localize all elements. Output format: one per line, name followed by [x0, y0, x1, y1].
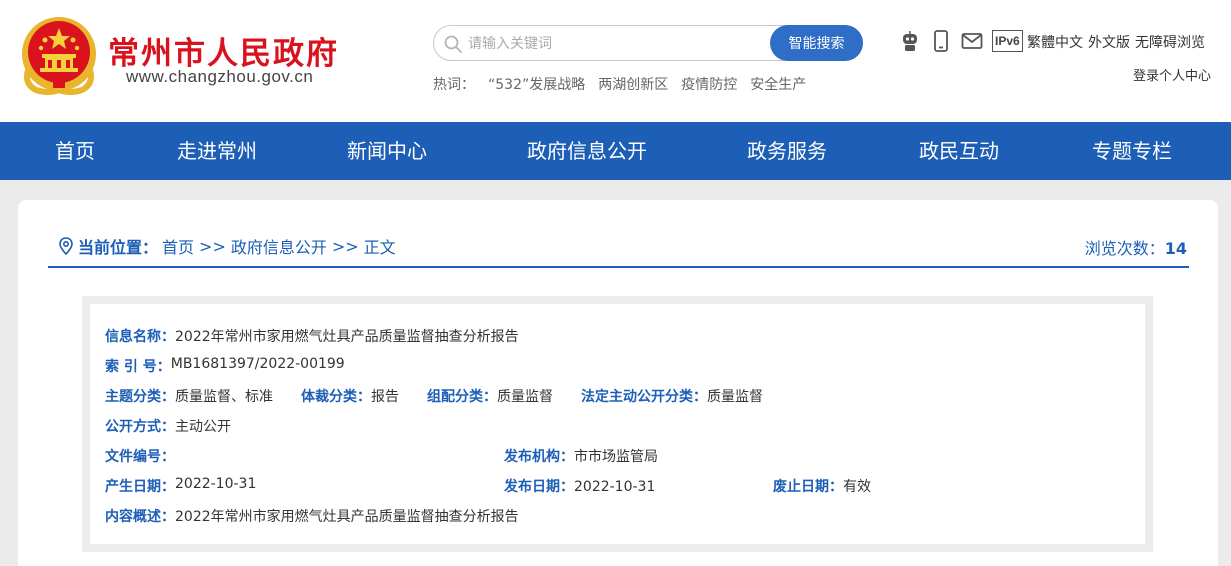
- nav-item-interaction[interactable]: 政民互动: [919, 122, 999, 180]
- info-row-docno: 文件编号：: [105, 446, 175, 466]
- breadcrumb-current: 正文: [363, 238, 396, 257]
- info-summary-value: 2022年常州市家用燃气灶具产品质量监督抽查分析报告: [175, 509, 519, 525]
- info-index-label: 索 引 号：: [105, 359, 171, 375]
- mobile-icon[interactable]: [930, 30, 952, 52]
- search-box: 智能搜索: [433, 25, 863, 61]
- traditional-chinese-link[interactable]: 繁體中文: [1027, 32, 1083, 52]
- national-emblem-icon[interactable]: [20, 14, 98, 96]
- ipv6-icon[interactable]: IPv6: [992, 30, 1023, 52]
- breadcrumb-home[interactable]: 首页: [162, 234, 194, 258]
- info-topic-label: 主题分类：: [105, 389, 175, 405]
- mail-icon[interactable]: [961, 30, 983, 52]
- info-genre-label: 体裁分类：: [301, 389, 371, 405]
- info-publisher-label: 发布机构：: [504, 449, 574, 465]
- info-row-categories: 主题分类： 质量监督、标准: [105, 386, 273, 406]
- info-publisher-field: 发布机构：市市场监管局: [504, 446, 658, 466]
- info-legal-field: 法定主动公开分类：质量监督: [581, 386, 763, 406]
- info-panel: 信息名称： 2022年常州市家用燃气灶具产品质量监督抽查分析报告 索 引 号： …: [82, 296, 1153, 552]
- view-count-label: 浏览次数：: [1084, 239, 1165, 258]
- info-org-value: 质量监督: [497, 389, 553, 405]
- hotword-link[interactable]: 疫情防控: [681, 74, 737, 94]
- info-legal-value: 质量监督: [707, 389, 763, 405]
- info-index-value: MB1681397/2022-00199: [170, 356, 345, 372]
- info-row-method: 公开方式： 主动公开: [105, 416, 231, 436]
- site-url: www.changzhou.gov.cn: [126, 67, 314, 86]
- info-created-value: 2022-10-31: [175, 476, 257, 492]
- info-genre-value: 报告: [371, 389, 399, 405]
- robot-icon[interactable]: [899, 30, 921, 52]
- info-org-label: 组配分类：: [427, 389, 497, 405]
- smart-search-button[interactable]: 智能搜索: [770, 25, 863, 61]
- hotword-link[interactable]: “532”发展战略: [488, 74, 585, 94]
- breadcrumb-divider: [48, 266, 1189, 268]
- hotword-link[interactable]: 两湖创新区: [598, 74, 668, 94]
- info-row-summary: 内容概述： 2022年常州市家用燃气灶具产品质量监督抽查分析报告: [105, 506, 519, 526]
- info-publisher-value: 市市场监管局: [574, 449, 658, 465]
- accessibility-link[interactable]: 无障碍浏览: [1135, 32, 1205, 52]
- info-org-field: 组配分类：质量监督: [427, 386, 553, 406]
- nav-item-about-changzhou[interactable]: 走进常州: [177, 122, 257, 180]
- info-docno-label: 文件编号：: [105, 449, 175, 465]
- info-summary-label: 内容概述：: [105, 509, 175, 525]
- breadcrumb-label: 当前位置：: [78, 238, 159, 257]
- search-input[interactable]: [468, 32, 758, 56]
- breadcrumb-separator: >>: [199, 236, 226, 256]
- view-count-value: 14: [1164, 239, 1187, 258]
- breadcrumb: 当前位置： 首页 >> 政府信息公开 >> 正文: [58, 234, 396, 258]
- foreign-language-link[interactable]: 外文版: [1088, 32, 1130, 52]
- info-published-field: 发布日期：2022-10-31: [504, 476, 655, 496]
- hotwords-label: 热词：: [433, 77, 475, 93]
- search-icon: [444, 35, 462, 53]
- nav-item-topics[interactable]: 专题专栏: [1092, 122, 1172, 180]
- info-published-label: 发布日期：: [504, 479, 574, 495]
- info-row-name: 信息名称： 2022年常州市家用燃气灶具产品质量监督抽查分析报告: [105, 326, 519, 346]
- hotword-link[interactable]: 安全生产: [750, 74, 806, 94]
- info-method-label: 公开方式：: [105, 419, 175, 435]
- info-name-label: 信息名称：: [105, 329, 175, 345]
- info-method-value: 主动公开: [175, 419, 231, 435]
- breadcrumb-gov-info[interactable]: 政府信息公开: [231, 234, 327, 258]
- main-nav: 首页 走进常州 新闻中心 政府信息公开 政务服务 政民互动 专题专栏: [0, 122, 1231, 180]
- info-topic-value: 质量监督、标准: [175, 389, 273, 405]
- info-row-index: 索 引 号： MB1681397/2022-00199: [105, 356, 345, 376]
- hotwords: 热词： “532”发展战略 两湖创新区 疫情防控 安全生产: [433, 74, 806, 94]
- content-card: 当前位置： 首页 >> 政府信息公开 >> 正文 浏览次数：14 信息名称： 2…: [18, 200, 1218, 566]
- info-expiry-field: 废止日期：有效: [773, 476, 871, 496]
- info-legal-label: 法定主动公开分类：: [581, 389, 707, 405]
- nav-item-home[interactable]: 首页: [55, 122, 95, 180]
- info-table: 信息名称： 2022年常州市家用燃气灶具产品质量监督抽查分析报告 索 引 号： …: [90, 304, 1145, 544]
- tool-icons: IPv6: [899, 30, 1023, 52]
- info-name-value: 2022年常州市家用燃气灶具产品质量监督抽查分析报告: [175, 329, 519, 345]
- nav-item-gov-info[interactable]: 政府信息公开: [527, 122, 647, 180]
- info-created-label: 产生日期：: [105, 479, 175, 495]
- site-header: 常州市人民政府 www.changzhou.gov.cn 智能搜索 热词： “5…: [0, 0, 1231, 122]
- breadcrumb-separator: >>: [331, 236, 359, 256]
- info-expiry-label: 废止日期：: [773, 479, 843, 495]
- view-count: 浏览次数：14: [1085, 235, 1187, 259]
- info-expiry-value: 有效: [843, 479, 871, 495]
- top-links: 繁體中文 外文版 无障碍浏览: [1027, 32, 1205, 52]
- info-row-dates: 产生日期： 2022-10-31: [105, 476, 256, 496]
- info-genre-field: 体裁分类：报告: [301, 386, 399, 406]
- login-link[interactable]: 登录个人中心: [1133, 65, 1211, 84]
- nav-item-news[interactable]: 新闻中心: [347, 122, 427, 180]
- info-published-value: 2022-10-31: [574, 479, 656, 495]
- nav-item-services[interactable]: 政务服务: [747, 122, 827, 180]
- location-pin-icon: [59, 237, 73, 255]
